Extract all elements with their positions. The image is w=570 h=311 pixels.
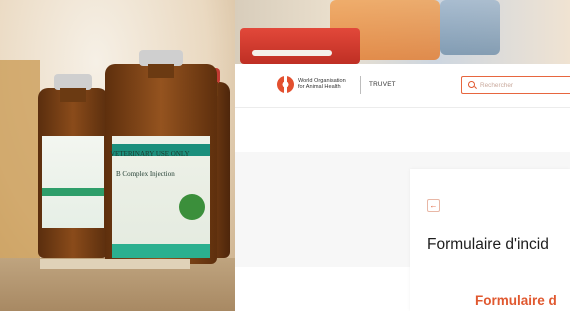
search-box[interactable] (461, 76, 570, 94)
vial-label-text: B Complex Injection (116, 170, 175, 178)
section-title: Formulaire d (475, 293, 557, 308)
search-icon (468, 81, 475, 88)
syringe-image (252, 50, 332, 56)
site-header: World Organisation for Animal Health TRU… (235, 64, 570, 108)
woah-logo-icon[interactable] (277, 76, 294, 93)
vial-image (38, 74, 108, 258)
arrow-left-icon: ← (429, 200, 438, 210)
vial-label-text: VETERINARY USE ONLY (110, 150, 190, 158)
vial-image (105, 50, 217, 264)
website-panel: World Organisation for Animal Health TRU… (235, 64, 570, 311)
product-name[interactable]: TRUVET (369, 81, 396, 88)
search-input[interactable] (480, 80, 568, 91)
org-name-line2[interactable]: for Animal Health (298, 84, 341, 90)
header-divider (360, 76, 361, 94)
back-button[interactable]: ← (427, 199, 440, 212)
page-title: Formulaire d'incid (427, 236, 549, 253)
